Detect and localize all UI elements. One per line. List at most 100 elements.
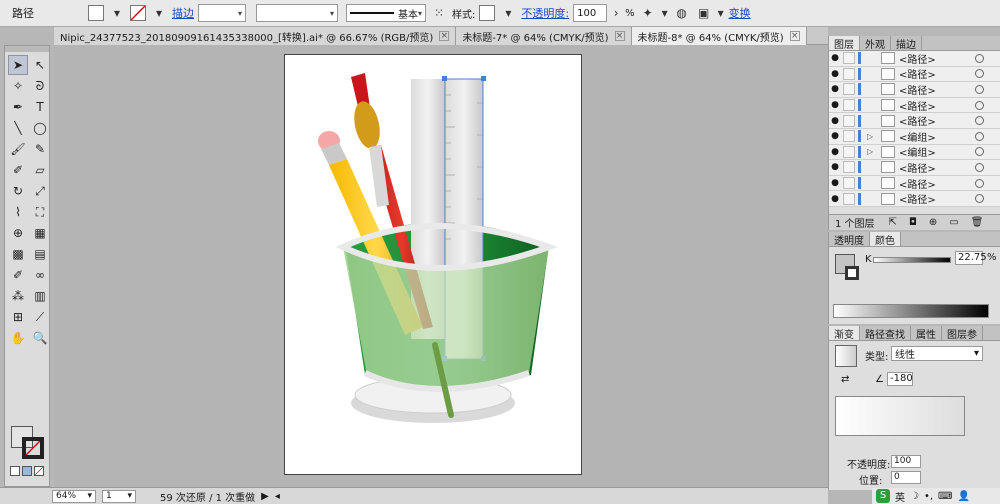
layer-name[interactable]: <路径> (899, 191, 975, 206)
eye-icon[interactable]: ● (829, 116, 841, 126)
draw-inside-icon[interactable] (34, 466, 44, 476)
lock-toggle[interactable] (843, 83, 855, 96)
chevron-down-icon[interactable]: ▾ (661, 4, 669, 22)
k-input[interactable]: 22.75 (955, 251, 987, 265)
layer-name[interactable]: <路径> (899, 82, 975, 97)
symbol-sprayer-icon[interactable]: ⁂ (8, 286, 28, 306)
target-circle-icon[interactable] (975, 147, 984, 157)
tab-gradient[interactable]: 渐变 (829, 326, 860, 341)
color-spectrum[interactable] (833, 304, 989, 318)
draw-normal-icon[interactable] (10, 466, 20, 476)
play-icon[interactable]: ▶ (261, 491, 269, 502)
opacity-input[interactable]: 100 (573, 4, 608, 22)
layer-row[interactable]: ● <路径> (829, 51, 1000, 67)
artboard[interactable] (284, 54, 582, 475)
expand-triangle-icon[interactable]: ▷ (867, 147, 877, 156)
line-tool-icon[interactable]: ╲ (8, 118, 28, 138)
chevron-right-icon[interactable]: › (611, 4, 621, 22)
punctuation-icon[interactable]: •, (924, 491, 933, 502)
layer-name[interactable]: <路径> (899, 98, 975, 113)
slice-tool-icon[interactable]: ⟋ (30, 307, 50, 327)
hand-tool-icon[interactable]: ✋ (8, 328, 28, 348)
draw-behind-icon[interactable] (22, 466, 32, 476)
eye-icon[interactable]: ● (829, 100, 841, 110)
free-transform-icon[interactable]: ⛶ (30, 202, 50, 222)
gradient-tool-icon[interactable]: ▤ (30, 244, 50, 264)
gradient-slider[interactable] (835, 396, 965, 436)
layer-row[interactable]: ● <路径> (829, 66, 1000, 83)
chevron-down-icon[interactable]: ▾ (717, 4, 725, 22)
gradient-opacity-input[interactable]: 100 (891, 455, 921, 468)
stroke-weight-dropdown[interactable]: ▾ (198, 4, 246, 22)
lock-toggle[interactable] (843, 192, 855, 205)
tab-transparency[interactable]: 透明度 (829, 232, 870, 247)
eye-icon[interactable]: ● (829, 194, 841, 204)
layer-name[interactable]: <路径> (899, 160, 975, 175)
pen-tool-icon[interactable]: ✒ (8, 97, 28, 117)
locate-object-icon[interactable]: ⇱ (889, 217, 897, 228)
scale-icon[interactable]: ⤢ (30, 181, 50, 201)
paintbrush-icon[interactable]: 🖌 (8, 139, 28, 159)
close-icon[interactable]: × (789, 31, 800, 41)
close-icon[interactable]: × (614, 31, 625, 41)
target-circle-icon[interactable] (975, 84, 984, 94)
eye-icon[interactable]: ● (829, 84, 841, 94)
artboard-nav-dropdown[interactable]: 1 ▾ (102, 489, 136, 503)
fill-stroke-widget[interactable] (11, 426, 45, 460)
target-circle-icon[interactable] (975, 53, 984, 63)
close-icon[interactable]: × (439, 31, 450, 41)
tab-color[interactable]: 颜色 (870, 232, 901, 247)
lock-toggle[interactable] (843, 99, 855, 112)
layer-row[interactable]: ● ▷ <编组> (829, 144, 1000, 161)
type-tool-icon[interactable]: T (30, 97, 50, 117)
transform-link[interactable]: 变换 (729, 5, 751, 21)
lasso-icon[interactable]: ᘐ (30, 76, 50, 96)
zoom-tool-icon[interactable]: 🔍 (30, 328, 50, 348)
target-circle-icon[interactable] (975, 194, 984, 204)
layer-name[interactable]: <路径> (899, 51, 975, 66)
target-circle-icon[interactable] (975, 69, 984, 79)
lock-toggle[interactable] (843, 177, 855, 190)
user-icon[interactable]: 👤 (957, 491, 969, 502)
target-circle-icon[interactable] (975, 162, 984, 172)
layer-name[interactable]: <路径> (899, 176, 975, 191)
blend-tool-icon[interactable]: ∞ (30, 265, 50, 285)
layer-name[interactable]: <路径> (899, 113, 975, 128)
isolate-icon[interactable]: ◍ (673, 4, 691, 22)
align-icon[interactable]: ▣ (695, 4, 713, 22)
layer-row[interactable]: ● <路径> (829, 113, 1000, 129)
ellipse-tool-icon[interactable]: ◯ (30, 118, 50, 138)
artwork[interactable] (285, 55, 581, 474)
width-tool-icon[interactable]: ⌇ (8, 202, 28, 222)
make-clip-mask-icon[interactable]: ◘ (909, 217, 917, 228)
tab-untitled-8[interactable]: 未标题-8* @ 64% (CMYK/预览) × (631, 27, 807, 45)
style-swatch[interactable] (479, 5, 496, 21)
perspective-grid-icon[interactable]: ▦ (30, 223, 50, 243)
layer-row[interactable]: ● ▷ <编组> (829, 128, 1000, 145)
lock-toggle[interactable] (843, 52, 855, 65)
tab-attributes[interactable]: 属性 (911, 326, 942, 341)
rotate-icon[interactable]: ↻ (8, 181, 28, 201)
zoom-dropdown[interactable]: 64% ▾ (52, 489, 96, 503)
ime-mode-label[interactable]: 英 (895, 489, 905, 504)
pencil-icon[interactable]: ✎ (30, 139, 50, 159)
eye-icon[interactable]: ● (829, 131, 841, 141)
selection-handle[interactable] (481, 76, 486, 81)
lock-toggle[interactable] (843, 130, 855, 143)
layer-name[interactable]: <编组> (899, 129, 975, 144)
lock-toggle[interactable] (843, 67, 855, 80)
layer-name[interactable]: <编组> (899, 144, 975, 159)
target-circle-icon[interactable] (975, 116, 984, 126)
recolor-icon[interactable]: ✦ (639, 4, 657, 22)
target-circle-icon[interactable] (975, 178, 984, 188)
lock-toggle[interactable] (843, 114, 855, 127)
scroll-left-icon[interactable]: ◂ (275, 491, 280, 502)
eyedropper-icon[interactable]: ✐ (8, 265, 28, 285)
eye-icon[interactable]: ● (829, 69, 841, 79)
new-sublayer-icon[interactable]: ⊕ (929, 217, 937, 228)
tab-appearance[interactable]: 外观 (860, 36, 891, 51)
eye-icon[interactable]: ● (829, 53, 841, 63)
fill-swatch[interactable] (88, 5, 104, 21)
chevron-down-icon[interactable]: ▾ (499, 4, 517, 22)
magic-wand-icon[interactable]: ✧ (8, 76, 28, 96)
